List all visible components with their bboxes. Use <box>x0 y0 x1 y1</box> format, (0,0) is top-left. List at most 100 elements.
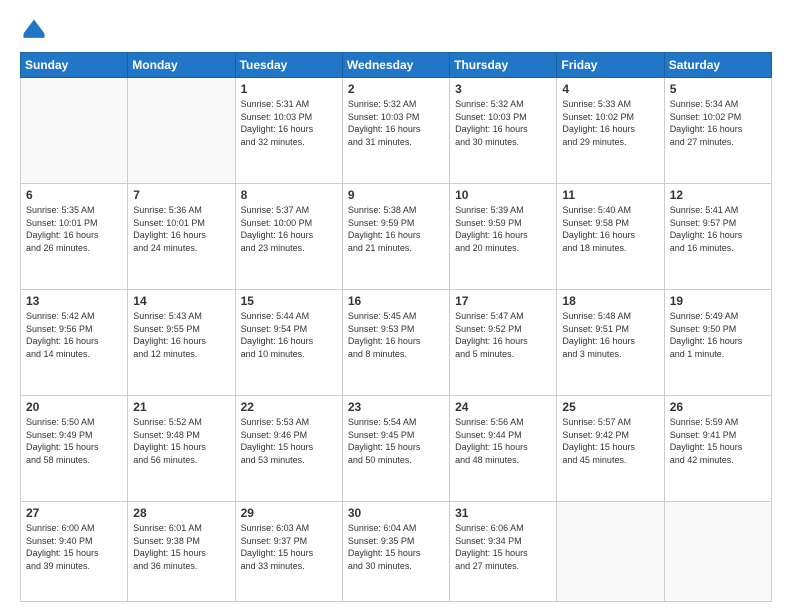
cell-info: Sunrise: 5:49 AM Sunset: 9:50 PM Dayligh… <box>670 310 766 360</box>
cell-info: Sunrise: 5:50 AM Sunset: 9:49 PM Dayligh… <box>26 416 122 466</box>
day-number: 12 <box>670 188 766 202</box>
calendar-cell: 11Sunrise: 5:40 AM Sunset: 9:58 PM Dayli… <box>557 184 664 290</box>
calendar-cell: 7 Sunrise: 5:36 AM Sunset: 10:01 PM Dayli… <box>128 184 235 290</box>
cell-info: Sunrise: 5:42 AM Sunset: 9:56 PM Dayligh… <box>26 310 122 360</box>
weekday-header-thursday: Thursday <box>450 53 557 78</box>
cell-info: Sunrise: 5:33 AM Sunset: 10:02 PM Daylig… <box>562 98 658 148</box>
cell-info: Sunrise: 5:45 AM Sunset: 9:53 PM Dayligh… <box>348 310 444 360</box>
day-number: 6 <box>26 188 122 202</box>
day-number: 8 <box>241 188 337 202</box>
week-row-4: 27 Sunrise: 6:00 AM Sunset: 9:40 PM Dayli… <box>21 502 772 602</box>
weekday-header-wednesday: Wednesday <box>342 53 449 78</box>
day-number: 27 <box>26 506 122 520</box>
cell-info: Sunrise: 5:47 AM Sunset: 9:52 PM Dayligh… <box>455 310 551 360</box>
cell-info: Sunrise: 5:56 AM Sunset: 9:44 PM Dayligh… <box>455 416 551 466</box>
cell-info: Sunrise: 5:34 AM Sunset: 10:02 PM Daylig… <box>670 98 766 148</box>
day-number: 9 <box>348 188 444 202</box>
logo-icon <box>20 16 48 44</box>
weekday-header-monday: Monday <box>128 53 235 78</box>
day-number: 21 <box>133 400 229 414</box>
day-number: 10 <box>455 188 551 202</box>
cell-info: Sunrise: 5:59 AM Sunset: 9:41 PM Dayligh… <box>670 416 766 466</box>
day-number: 22 <box>241 400 337 414</box>
cell-info: Sunrise: 5:39 AM Sunset: 9:59 PM Dayligh… <box>455 204 551 254</box>
calendar-cell <box>664 502 771 602</box>
calendar-cell: 20 Sunrise: 5:50 AM Sunset: 9:49 PM Dayli… <box>21 396 128 502</box>
week-row-1: 6Sunrise: 5:35 AM Sunset: 10:01 PM Dayli… <box>21 184 772 290</box>
cell-info: Sunrise: 5:57 AM Sunset: 9:42 PM Dayligh… <box>562 416 658 466</box>
calendar-cell: 17Sunrise: 5:47 AM Sunset: 9:52 PM Dayli… <box>450 290 557 396</box>
calendar-cell: 4 Sunrise: 5:33 AM Sunset: 10:02 PM Dayli… <box>557 78 664 184</box>
calendar-cell: 5 Sunrise: 5:34 AM Sunset: 10:02 PM Dayli… <box>664 78 771 184</box>
calendar-cell: 29 Sunrise: 6:03 AM Sunset: 9:37 PM Dayli… <box>235 502 342 602</box>
cell-info: Sunrise: 5:32 AM Sunset: 10:03 PM Daylig… <box>348 98 444 148</box>
cell-info: Sunrise: 5:36 AM Sunset: 10:01 PM Daylig… <box>133 204 229 254</box>
cell-info: Sunrise: 5:52 AM Sunset: 9:48 PM Dayligh… <box>133 416 229 466</box>
weekday-header-friday: Friday <box>557 53 664 78</box>
weekday-header-row: SundayMondayTuesdayWednesdayThursdayFrid… <box>21 53 772 78</box>
calendar-cell: 28 Sunrise: 6:01 AM Sunset: 9:38 PM Dayli… <box>128 502 235 602</box>
calendar-cell: 9 Sunrise: 5:38 AM Sunset: 9:59 PM Daylig… <box>342 184 449 290</box>
day-number: 26 <box>670 400 766 414</box>
cell-info: Sunrise: 5:38 AM Sunset: 9:59 PM Dayligh… <box>348 204 444 254</box>
calendar-cell: 19 Sunrise: 5:49 AM Sunset: 9:50 PM Dayli… <box>664 290 771 396</box>
calendar-cell: 26 Sunrise: 5:59 AM Sunset: 9:41 PM Dayli… <box>664 396 771 502</box>
cell-info: Sunrise: 5:40 AM Sunset: 9:58 PM Dayligh… <box>562 204 658 254</box>
day-number: 15 <box>241 294 337 308</box>
day-number: 30 <box>348 506 444 520</box>
calendar-cell <box>557 502 664 602</box>
cell-info: Sunrise: 6:00 AM Sunset: 9:40 PM Dayligh… <box>26 522 122 572</box>
day-number: 13 <box>26 294 122 308</box>
cell-info: Sunrise: 5:43 AM Sunset: 9:55 PM Dayligh… <box>133 310 229 360</box>
day-number: 3 <box>455 82 551 96</box>
day-number: 23 <box>348 400 444 414</box>
calendar-cell: 10 Sunrise: 5:39 AM Sunset: 9:59 PM Dayli… <box>450 184 557 290</box>
day-number: 25 <box>562 400 658 414</box>
weekday-header-saturday: Saturday <box>664 53 771 78</box>
calendar-cell <box>128 78 235 184</box>
day-number: 2 <box>348 82 444 96</box>
calendar-cell: 22Sunrise: 5:53 AM Sunset: 9:46 PM Dayli… <box>235 396 342 502</box>
day-number: 28 <box>133 506 229 520</box>
calendar-cell: 27 Sunrise: 6:00 AM Sunset: 9:40 PM Dayli… <box>21 502 128 602</box>
day-number: 5 <box>670 82 766 96</box>
cell-info: Sunrise: 6:03 AM Sunset: 9:37 PM Dayligh… <box>241 522 337 572</box>
cell-info: Sunrise: 6:01 AM Sunset: 9:38 PM Dayligh… <box>133 522 229 572</box>
day-number: 29 <box>241 506 337 520</box>
week-row-3: 20 Sunrise: 5:50 AM Sunset: 9:49 PM Dayli… <box>21 396 772 502</box>
day-number: 14 <box>133 294 229 308</box>
calendar-cell: 13 Sunrise: 5:42 AM Sunset: 9:56 PM Dayli… <box>21 290 128 396</box>
day-number: 20 <box>26 400 122 414</box>
cell-info: Sunrise: 6:04 AM Sunset: 9:35 PM Dayligh… <box>348 522 444 572</box>
cell-info: Sunrise: 5:37 AM Sunset: 10:00 PM Daylig… <box>241 204 337 254</box>
cell-info: Sunrise: 6:06 AM Sunset: 9:34 PM Dayligh… <box>455 522 551 572</box>
weekday-header-tuesday: Tuesday <box>235 53 342 78</box>
cell-info: Sunrise: 5:32 AM Sunset: 10:03 PM Daylig… <box>455 98 551 148</box>
calendar-cell: 25 Sunrise: 5:57 AM Sunset: 9:42 PM Dayli… <box>557 396 664 502</box>
calendar-cell: 18Sunrise: 5:48 AM Sunset: 9:51 PM Dayli… <box>557 290 664 396</box>
calendar-cell: 8 Sunrise: 5:37 AM Sunset: 10:00 PM Dayli… <box>235 184 342 290</box>
day-number: 19 <box>670 294 766 308</box>
calendar-cell <box>21 78 128 184</box>
calendar-cell: 1Sunrise: 5:31 AM Sunset: 10:03 PM Dayli… <box>235 78 342 184</box>
calendar-cell: 24 Sunrise: 5:56 AM Sunset: 9:44 PM Dayli… <box>450 396 557 502</box>
day-number: 24 <box>455 400 551 414</box>
calendar-cell: 31Sunrise: 6:06 AM Sunset: 9:34 PM Dayli… <box>450 502 557 602</box>
calendar-cell: 14 Sunrise: 5:43 AM Sunset: 9:55 PM Dayli… <box>128 290 235 396</box>
calendar-cell: 6Sunrise: 5:35 AM Sunset: 10:01 PM Dayli… <box>21 184 128 290</box>
calendar-cell: 2 Sunrise: 5:32 AM Sunset: 10:03 PM Dayli… <box>342 78 449 184</box>
calendar-cell: 23 Sunrise: 5:54 AM Sunset: 9:45 PM Dayli… <box>342 396 449 502</box>
weekday-header-sunday: Sunday <box>21 53 128 78</box>
calendar-cell: 30 Sunrise: 6:04 AM Sunset: 9:35 PM Dayli… <box>342 502 449 602</box>
day-number: 7 <box>133 188 229 202</box>
calendar-cell: 3 Sunrise: 5:32 AM Sunset: 10:03 PM Dayli… <box>450 78 557 184</box>
week-row-2: 13 Sunrise: 5:42 AM Sunset: 9:56 PM Dayli… <box>21 290 772 396</box>
day-number: 18 <box>562 294 658 308</box>
cell-info: Sunrise: 5:44 AM Sunset: 9:54 PM Dayligh… <box>241 310 337 360</box>
cell-info: Sunrise: 5:54 AM Sunset: 9:45 PM Dayligh… <box>348 416 444 466</box>
calendar: SundayMondayTuesdayWednesdayThursdayFrid… <box>20 52 772 602</box>
calendar-cell: 15 Sunrise: 5:44 AM Sunset: 9:54 PM Dayli… <box>235 290 342 396</box>
logo <box>20 16 52 44</box>
cell-info: Sunrise: 5:31 AM Sunset: 10:03 PM Daylig… <box>241 98 337 148</box>
day-number: 4 <box>562 82 658 96</box>
